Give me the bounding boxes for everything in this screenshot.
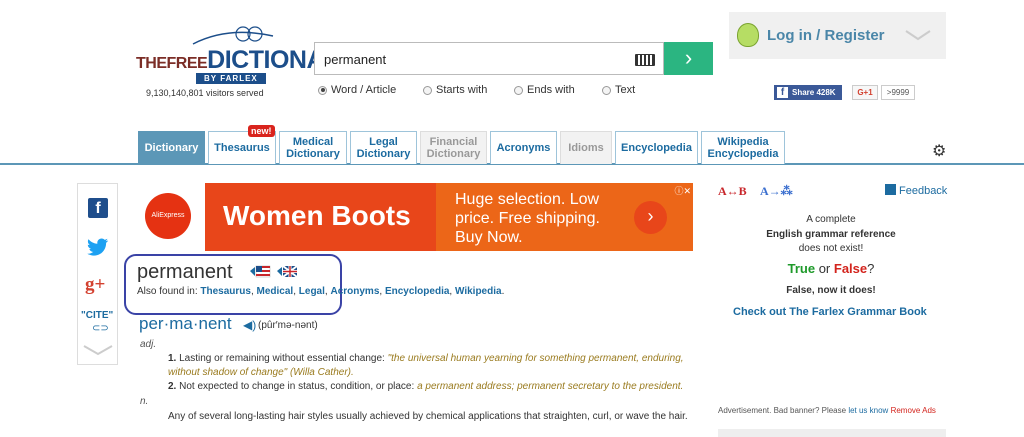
chevron-right-icon: › (684, 45, 693, 70)
login-register-button[interactable]: Log in / Register (729, 12, 946, 59)
also-link-wikipedia[interactable]: Wikipedia (455, 286, 502, 297)
pronunciation: (pûr′mə-nənt) (258, 320, 318, 331)
let-us-know-link[interactable]: let us know (848, 406, 888, 415)
promo-line-1: A complete (806, 214, 856, 225)
radio-dot[interactable] (602, 85, 611, 95)
promo-now: False, now it does! (786, 285, 876, 296)
gplus-button[interactable]: G+1 (852, 85, 878, 100)
also-link-thesaurus[interactable]: Thesaurus (200, 286, 251, 297)
entry-syllabified: per·ma·nent (139, 314, 232, 333)
ad-headline: Women Boots (223, 200, 411, 231)
gplus-icon[interactable]: g+ (85, 274, 105, 296)
font-size-icon[interactable]: A↔B (718, 184, 747, 199)
facebook-icon: f (777, 87, 788, 98)
also-link-encyclopedia[interactable]: Encyclopedia (385, 286, 449, 297)
ad-notice: Advertisement. Bad banner? Please let us… (718, 406, 936, 415)
definition-2: 2. Not expected to change in status, con… (168, 381, 684, 392)
logo-swoosh-icon (192, 26, 274, 45)
site-logo[interactable]: THEFREEDICTIONARY BY FARLEX (128, 24, 357, 88)
promo-line-3: does not exist! (798, 243, 864, 254)
facebook-share-button[interactable]: f Share 428K (774, 85, 842, 100)
social-rail: f g+ "CITE" ⊂⊃ (77, 183, 118, 365)
pos-adjective: adj. (140, 339, 157, 350)
radio-word-article[interactable]: Word / Article (318, 84, 396, 96)
cite-button[interactable]: "CITE" (81, 310, 113, 321)
noun-definition: Any of several long-lasting hair styles … (168, 411, 688, 422)
ad-banner[interactable]: AliExpress Women Boots Huge selection. L… (137, 183, 693, 251)
search-input[interactable]: permanent (314, 42, 664, 75)
ad-arrow-icon[interactable]: › (634, 201, 667, 234)
tab-medical-dictionary[interactable]: Medical Dictionary (279, 131, 347, 164)
tab-legal-dictionary[interactable]: Legal Dictionary (350, 131, 417, 164)
edit-icon (885, 184, 896, 195)
chevron-down-icon (905, 30, 931, 41)
twitter-icon[interactable] (87, 238, 109, 256)
promo-line-2: English grammar reference (766, 229, 896, 240)
tab-acronyms[interactable]: Acronyms (490, 131, 557, 164)
true-or-false: True or False? (787, 261, 875, 276)
radio-dot[interactable] (423, 85, 432, 95)
aliexpress-logo: AliExpress (145, 193, 191, 239)
headword: permanent (137, 261, 233, 283)
visitors-count: 9,130,140,801 visitors served (146, 88, 264, 98)
avatar-icon (737, 23, 759, 47)
gear-icon[interactable]: ⚙ (932, 141, 946, 161)
search-button[interactable]: › (664, 42, 713, 75)
uk-flag-audio-icon[interactable] (276, 265, 298, 278)
gplus-count: >9999 (881, 85, 915, 100)
keyboard-icon[interactable] (635, 54, 655, 66)
chevron-down-icon[interactable] (82, 344, 114, 356)
tab-wikipedia-encyclopedia[interactable]: Wikipedia Encyclopedia (701, 131, 785, 164)
facebook-icon[interactable]: f (88, 198, 108, 218)
radio-dot[interactable] (514, 85, 523, 95)
tab-dictionary[interactable]: Dictionary (138, 131, 205, 164)
tab-idioms[interactable]: Idioms (560, 131, 612, 164)
us-flag-audio-icon[interactable] (249, 265, 271, 278)
radio-ends-with[interactable]: Ends with (514, 84, 575, 96)
tab-financial-dictionary[interactable]: Financial Dictionary (420, 131, 487, 164)
remove-ads-link[interactable]: Remove Ads (891, 406, 936, 415)
also-link-medical[interactable]: Medical (257, 286, 294, 297)
radio-dot[interactable] (318, 85, 327, 95)
ad-slot (718, 429, 946, 437)
feedback-link[interactable]: Feedback (885, 184, 947, 197)
link-icon: ⊂⊃ (92, 323, 109, 334)
translate-icon[interactable]: A→⁂ (760, 184, 793, 199)
tab-encyclopedia[interactable]: Encyclopedia (615, 131, 698, 164)
also-found-in: Also found in: Thesaurus, Medical, Legal… (137, 286, 505, 297)
speaker-icon[interactable]: ◀) (243, 318, 256, 332)
ad-copy: Huge selection. Low price. Free shipping… (455, 191, 600, 246)
new-badge: new! (248, 125, 275, 137)
also-link-acronyms[interactable]: Acronyms (330, 286, 379, 297)
ad-info-icon[interactable]: ⓘ✕ (674, 184, 691, 197)
radio-starts-with[interactable]: Starts with (423, 84, 487, 96)
grammar-book-link[interactable]: Check out The Farlex Grammar Book (733, 306, 927, 318)
definition-1: 1. Lasting or remaining without essentia… (168, 353, 684, 378)
pos-noun: n. (140, 396, 149, 407)
also-link-legal[interactable]: Legal (299, 286, 325, 297)
radio-text[interactable]: Text (602, 84, 635, 96)
